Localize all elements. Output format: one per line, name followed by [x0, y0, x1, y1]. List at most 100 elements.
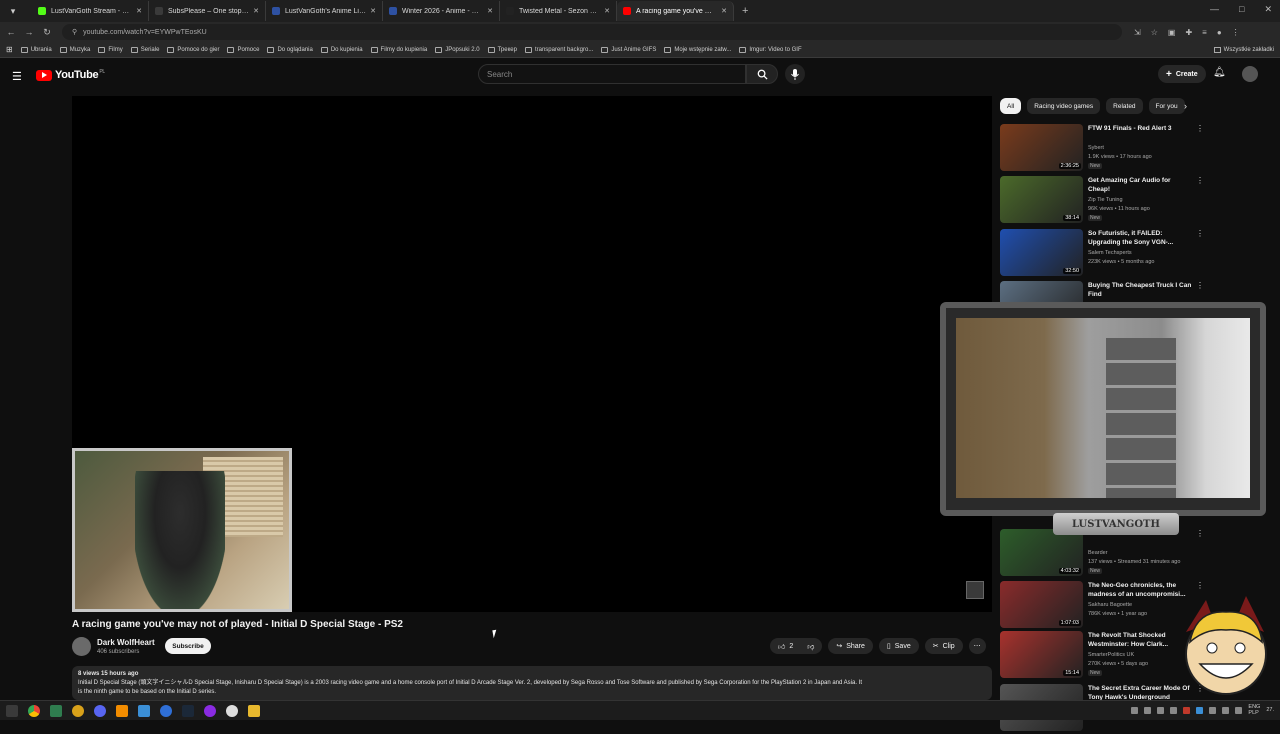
close-tab-icon[interactable]: ✕ — [604, 7, 610, 15]
maximize-icon[interactable]: □ — [1239, 4, 1244, 15]
filter-chip[interactable]: All — [1000, 98, 1022, 114]
terminal-icon[interactable] — [50, 704, 62, 717]
bookmark-item[interactable]: Muzyka — [56, 46, 95, 53]
tray-icon[interactable] — [1183, 706, 1191, 714]
reload-icon[interactable]: ↻ — [40, 27, 54, 38]
search-input[interactable]: Search — [478, 64, 746, 84]
language-indicator[interactable]: ENG PLP — [1248, 704, 1260, 716]
channel-watermark-icon[interactable] — [966, 581, 984, 599]
account-avatar[interactable] — [1242, 66, 1258, 82]
browser-tab[interactable]: SubsPlease – One stop shop fo ✕ — [149, 1, 266, 21]
video-thumbnail[interactable]: 15:14 — [1000, 631, 1083, 678]
filter-chip[interactable]: Related — [1106, 98, 1143, 114]
close-tab-icon[interactable]: ✕ — [487, 7, 493, 15]
file-explorer-icon[interactable] — [248, 704, 260, 717]
video-thumbnail[interactable]: 38:14 — [1000, 176, 1083, 223]
rec-channel[interactable]: Sakharu Bagoette — [1088, 602, 1132, 608]
rec-channel[interactable]: Sybert — [1088, 145, 1104, 151]
recommended-video[interactable]: 2:36:25 FTW 91 Finals - Red Alert 3 Sybert… — [1000, 124, 1204, 174]
recommended-video[interactable]: 4:03:32 Bearder 137 views • Streamed 31 mi… — [1000, 529, 1204, 579]
menu-icon[interactable]: ☰ — [12, 70, 22, 83]
tray-icon[interactable] — [1170, 706, 1178, 714]
bookmark-item[interactable]: Pomoce — [223, 46, 263, 53]
close-tab-icon[interactable]: ✕ — [721, 7, 727, 15]
tab-search-icon[interactable]: ▾ — [4, 2, 22, 20]
clock[interactable]: 27. — [1266, 707, 1274, 713]
browser-tab[interactable]: Twisted Metal - Sezon 1 Odcin ✕ — [500, 1, 617, 21]
bookmark-item[interactable]: Just Anime GIFS — [597, 46, 660, 53]
more-vertical-icon[interactable]: ⋮ — [1196, 581, 1204, 590]
video-thumbnail[interactable]: 1:07:03 — [1000, 581, 1083, 628]
obs-icon[interactable] — [204, 704, 216, 717]
close-tab-icon[interactable]: ✕ — [253, 7, 259, 15]
tray-icon[interactable] — [1144, 706, 1152, 714]
rec-channel[interactable]: SmarterPolitics UK — [1088, 652, 1134, 658]
tray-icon[interactable] — [1157, 706, 1165, 714]
volume-icon[interactable] — [1235, 706, 1243, 714]
bookmark-item[interactable]: JPopsuki 2.0 — [431, 46, 483, 53]
rec-title[interactable]: Buying The Cheapest Truck I Can Find — [1088, 281, 1192, 299]
rec-channel[interactable]: Zip Tie Tuning — [1088, 197, 1123, 203]
youtube-logo[interactable]: YouTube PL — [36, 69, 105, 81]
filter-chip[interactable]: Racing video games — [1027, 98, 1101, 114]
chrome-icon[interactable] — [28, 704, 40, 717]
dislike-button[interactable]: 👎︎ — [799, 638, 823, 654]
channel-name[interactable]: Dark WolfHeart — [97, 638, 155, 647]
rec-channel[interactable]: Bearder — [1088, 550, 1108, 556]
bookmark-item[interactable]: Pomoce do gier — [163, 46, 223, 53]
description-box[interactable]: 8 views 15 hours ago Initial D Special S… — [72, 666, 992, 700]
close-tab-icon[interactable]: ✕ — [370, 7, 376, 15]
video-thumbnail[interactable]: 2:36:25 — [1000, 124, 1083, 171]
wifi-icon[interactable] — [1222, 706, 1230, 714]
bookmark-item[interactable]: Ubrania — [17, 46, 56, 53]
bookmark-item[interactable]: Do oglądania — [263, 46, 316, 53]
tray-icon[interactable] — [1196, 706, 1204, 714]
app-icon-1[interactable] — [72, 704, 84, 717]
app-icon-3[interactable] — [226, 704, 238, 717]
close-tab-icon[interactable]: ✕ — [136, 7, 142, 15]
all-bookmarks[interactable]: Wszystkie zakładki — [1213, 46, 1274, 53]
discord-icon[interactable] — [94, 704, 106, 717]
bookmark-item[interactable]: transparent backgro... — [521, 46, 597, 53]
profile-icon[interactable]: ● — [1217, 28, 1222, 37]
puzzle-icon[interactable]: ✚ — [1185, 28, 1192, 37]
like-button[interactable]: 👍︎ 2 — [770, 638, 800, 654]
tray-icon[interactable] — [1131, 706, 1139, 714]
more-vertical-icon[interactable]: ⋮ — [1196, 529, 1204, 538]
close-window-icon[interactable]: ✕ — [1264, 4, 1272, 15]
install-icon[interactable]: ⇲ — [1134, 28, 1141, 37]
site-info-icon[interactable]: ⚲ — [72, 28, 77, 36]
app-icon-2[interactable] — [138, 704, 150, 717]
new-tab-button[interactable]: + — [742, 5, 748, 17]
more-vertical-icon[interactable]: ⋮ — [1196, 176, 1204, 185]
bookmark-star-icon[interactable]: ☆ — [1151, 28, 1158, 37]
chevron-right-icon[interactable]: › — [1184, 101, 1187, 111]
browser-tab[interactable]: Winter 2026 - Anime - MyAnim ✕ — [383, 1, 500, 21]
minimize-icon[interactable]: — — [1210, 4, 1219, 15]
bookmark-item[interactable]: Do kupienia — [317, 46, 367, 53]
start-icon[interactable] — [6, 704, 18, 717]
rec-title[interactable]: Get Amazing Car Audio for Cheap! — [1088, 176, 1192, 194]
voice-search-button[interactable] — [785, 64, 805, 84]
video-thumbnail[interactable]: 4:03:32 — [1000, 529, 1083, 576]
apps-icon[interactable]: ⊞ — [6, 45, 13, 54]
filter-chip[interactable]: For you — [1148, 98, 1185, 114]
vlc-icon[interactable] — [116, 704, 128, 717]
clip-button[interactable]: ✂ Clip — [924, 638, 963, 654]
media-icon[interactable]: ≡ — [1202, 28, 1207, 37]
recommended-video[interactable]: 32:50 So Futuristic, it FAILED: Upgrading… — [1000, 229, 1204, 279]
globe-icon[interactable] — [160, 704, 172, 717]
more-vertical-icon[interactable]: ⋮ — [1196, 281, 1204, 290]
channel-avatar[interactable] — [72, 637, 91, 656]
more-vertical-icon[interactable]: ⋮ — [1196, 124, 1204, 133]
recommended-video[interactable]: 1:07:03 The Neo-Geo chronicles, the madne… — [1000, 581, 1204, 631]
recommended-video[interactable]: 38:14 Get Amazing Car Audio for Cheap! Zip… — [1000, 176, 1204, 226]
notifications-bell-icon[interactable]: 🔔︎ — [1213, 67, 1226, 78]
create-button[interactable]: + Create — [1158, 65, 1206, 83]
more-vertical-icon[interactable]: ⋮ — [1196, 229, 1204, 238]
rec-title[interactable]: FTW 91 Finals - Red Alert 3 — [1088, 124, 1192, 133]
forward-icon[interactable]: → — [22, 27, 36, 37]
bookmark-item[interactable]: Filmy do kupienia — [367, 46, 432, 53]
url-field[interactable]: ⚲ youtube.com/watch?v=EYWPwTEosKU — [62, 24, 1122, 40]
bookmark-item[interactable]: Moje wstępnie zatw... — [660, 46, 735, 53]
